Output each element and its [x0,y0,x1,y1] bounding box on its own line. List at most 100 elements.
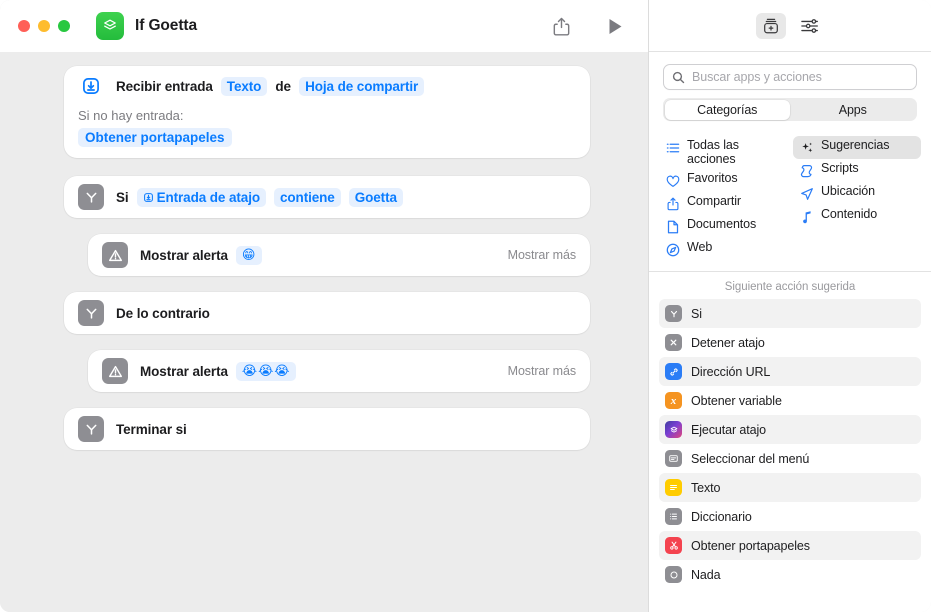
list-item-texto[interactable]: Texto [659,473,921,502]
list-item-label: Ejecutar atajo [691,422,767,437]
compass-icon [665,242,680,258]
search-placeholder: Buscar apps y acciones [692,70,822,84]
action-token-input-type[interactable]: Texto [220,76,268,96]
category-item-favoritos[interactable]: Favoritos [659,169,787,192]
action-library-pane: Buscar apps y acciones Categorías Apps T… [648,0,931,612]
show-more-link[interactable]: Mostrar más [508,364,576,378]
action-card-end-if[interactable]: Terminar si [64,408,590,450]
shortcuts-app-icon [96,12,124,40]
list-item-label: Obtener variable [691,393,782,408]
action-title: Mostrar alerta [140,363,228,379]
search-container: Buscar apps y acciones [649,52,931,90]
action-token-alert-text[interactable]: 😭😭😭 [235,361,297,381]
run-button[interactable] [598,11,632,41]
category-item-sugerencias[interactable]: Sugerencias [793,136,921,159]
tab-apps[interactable]: Apps [790,100,916,120]
warning-triangle-icon [102,358,128,384]
list-item-diccionario[interactable]: Diccionario [659,502,921,531]
action-library-button[interactable] [756,12,786,39]
action-header-row: Recibir entrada Texto de Hoja de compart… [64,66,590,102]
category-column-left: Todas las acciones Favoritos Compartir D… [659,136,787,261]
location-arrow-icon [799,186,814,202]
action-connector-word: de [275,78,292,94]
category-column-right: Sugerencias Scripts Ubicación Contenido [793,136,921,261]
heart-icon [665,173,680,189]
category-item-scripts[interactable]: Scripts [793,159,921,182]
list-item-ejecutar-atajo[interactable]: Ejecutar atajo [659,415,921,444]
category-item-compartir[interactable]: Compartir [659,192,787,215]
share-button[interactable] [544,11,578,41]
list-item-label: Nada [691,567,721,582]
list-item-label: Detener atajo [691,335,765,350]
action-fallback-section: Si no hay entrada: Obtener portapapeles [64,102,590,158]
fallback-label: Si no hay entrada: [78,108,184,123]
action-token-source[interactable]: Hoja de compartir [299,76,425,96]
category-label: Compartir [687,194,741,208]
segmented-control[interactable]: Categorías Apps [663,98,917,121]
suggested-actions-header: Siguiente acción sugerida [724,281,856,293]
action-header-row: De lo contrario [64,292,590,334]
list-item-label: Texto [691,480,721,495]
category-item-todas-las-acciones[interactable]: Todas las acciones [659,136,787,169]
x-mark-icon [665,334,682,351]
scroll-icon [799,163,814,179]
sparkles-icon [799,140,814,156]
traffic-lights [18,20,70,32]
category-label: Ubicación [821,184,875,198]
titlebar: If Goetta [0,0,648,52]
show-more-link[interactable]: Mostrar más [508,248,576,262]
action-token-condition[interactable]: contiene [274,187,341,207]
list-item-direccion-url[interactable]: Dirección URL [659,357,921,386]
text-icon [665,479,682,496]
branch-y-icon [78,184,104,210]
token-text: Entrada de atajo [156,189,261,205]
action-card-receive-input[interactable]: Recibir entrada Texto de Hoja de compart… [64,66,590,158]
list-item-obtener-variable[interactable]: x Obtener variable [659,386,921,415]
music-note-icon [799,209,814,225]
category-label: Scripts [821,161,859,175]
editor-pane: If Goetta Recibir entrada Texto de Hoja … [0,0,648,612]
sliders-icon[interactable] [794,13,824,39]
search-input[interactable]: Buscar apps y acciones [663,64,917,90]
minimize-button[interactable] [38,20,50,32]
close-button[interactable] [18,20,30,32]
search-icon [672,71,685,84]
action-card-show-alert-false[interactable]: Mostrar alerta 😭😭😭 Mostrar más [88,350,590,392]
tab-categorias[interactable]: Categorías [664,99,790,120]
list-item-seleccionar-del-menu[interactable]: Seleccionar del menú [659,444,921,473]
zoom-button[interactable] [58,20,70,32]
action-token-value[interactable]: Goetta [348,187,403,207]
list-item-obtener-portapapeles[interactable]: Obtener portapapeles [659,531,921,560]
action-header-row: Mostrar alerta 😁 Mostrar más [88,234,590,276]
list-item-label: Dirección URL [691,364,771,379]
action-header-row: Terminar si [64,408,590,450]
warning-triangle-icon [102,242,128,268]
category-label: Favoritos [687,171,738,185]
category-item-documentos[interactable]: Documentos [659,215,787,238]
category-item-ubicacion[interactable]: Ubicación [793,182,921,205]
action-card-if[interactable]: Si Entrada de atajo contiene Goetta [64,176,590,218]
workflow-canvas[interactable]: Recibir entrada Texto de Hoja de compart… [0,52,648,612]
list-item-label: Obtener portapapeles [691,538,810,553]
category-item-contenido[interactable]: Contenido [793,205,921,228]
list-item-label: Diccionario [691,509,752,524]
category-label: Contenido [821,207,878,221]
list-item-nada[interactable]: Nada [659,560,921,589]
action-card-show-alert-true[interactable]: Mostrar alerta 😁 Mostrar más [88,234,590,276]
action-card-otherwise[interactable]: De lo contrario [64,292,590,334]
menu-select-icon [665,450,682,467]
resize-handle[interactable] [917,598,929,610]
document-icon [665,219,680,235]
segmented-control-container: Categorías Apps [649,90,931,132]
suggested-actions-list[interactable]: Si Detener atajo Dirección URL x Obtener… [649,299,931,612]
action-token-variable[interactable]: Entrada de atajo [136,187,266,207]
list-item-detener-atajo[interactable]: Detener atajo [659,328,921,357]
link-icon [665,363,682,380]
action-token-alert-text[interactable]: 😁 [235,245,263,265]
list-item-si[interactable]: Si [659,299,921,328]
branch-y-icon [78,416,104,442]
category-label: Web [687,240,713,254]
category-item-web[interactable]: Web [659,238,787,261]
page-title: If Goetta [135,17,197,34]
fallback-token[interactable]: Obtener portapapeles [78,128,232,147]
